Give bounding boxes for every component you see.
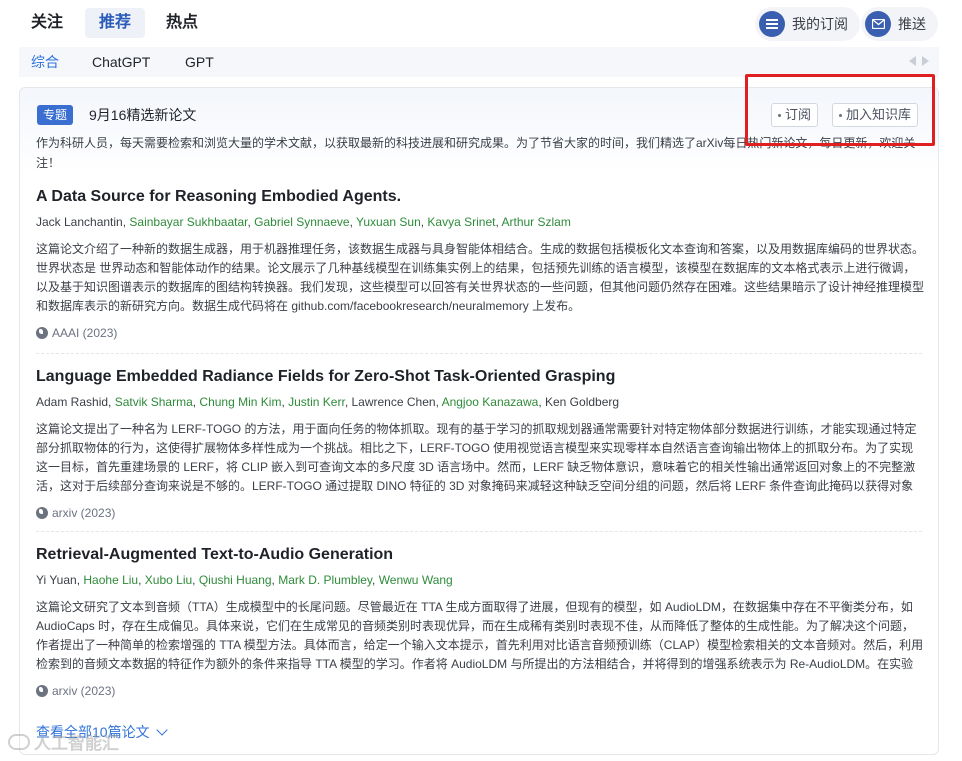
- watermark-logo-icon: [8, 733, 30, 750]
- paper-authors: Jack Lanchantin, Sainbayar Sukhbaatar, G…: [36, 213, 924, 231]
- author-separator: ,: [108, 395, 115, 409]
- author-separator: ,: [372, 573, 379, 587]
- author-name[interactable]: Mark D. Plumbley: [278, 573, 372, 587]
- paper-item: A Data Source for Reasoning Embodied Age…: [36, 186, 924, 342]
- subscribe-button[interactable]: 订阅: [771, 103, 819, 127]
- author-separator: ,: [538, 395, 545, 409]
- author-name[interactable]: Wenwu Wang: [379, 573, 453, 587]
- subtab-overview[interactable]: 综合: [31, 47, 59, 77]
- subtab-gpt[interactable]: GPT: [185, 47, 214, 77]
- tab-follow[interactable]: 关注: [31, 8, 63, 38]
- venue-label: arxiv (2023): [52, 506, 116, 520]
- tab-recommended[interactable]: 推荐: [85, 8, 146, 38]
- my-subscriptions-button[interactable]: 我的订阅: [755, 7, 860, 41]
- card-intro: 作为科研人员，每天需要检索和浏览大量的学术文献，以获取最新的科技进展和研究成果。…: [36, 136, 916, 170]
- scroll-left-icon[interactable]: [909, 56, 916, 66]
- topic-badge: 专题: [37, 105, 74, 125]
- paper-venue: arxiv (2023): [36, 682, 924, 700]
- paper-title[interactable]: Retrieval-Augmented Text-to-Audio Genera…: [36, 544, 924, 566]
- add-to-library-label: 加入知识库: [846, 107, 912, 122]
- chevron-down-icon: [155, 723, 168, 736]
- category-bar: 综合 ChatGPT GPT: [19, 47, 939, 77]
- author-name: Yi Yuan: [36, 573, 77, 587]
- author-separator: ,: [344, 395, 352, 409]
- divider: [36, 531, 922, 532]
- author-name[interactable]: Kavya Srinet: [427, 215, 495, 229]
- paper-item: Retrieval-Augmented Text-to-Audio Genera…: [36, 544, 924, 700]
- author-name[interactable]: Justin Kerr: [288, 395, 345, 409]
- author-name[interactable]: Angjoo Kanazawa: [442, 395, 539, 409]
- top-nav: 关注 推荐 热点 我的订阅 推送: [0, 0, 962, 46]
- bullet-icon: [839, 114, 842, 118]
- author-name[interactable]: Yuxuan Sun: [356, 215, 421, 229]
- watermark: 人工智能汇: [8, 729, 119, 754]
- push-button[interactable]: 推送: [861, 7, 938, 41]
- subtab-chatgpt[interactable]: ChatGPT: [92, 47, 150, 77]
- list-icon: [759, 11, 785, 37]
- scroll-arrows: [909, 56, 929, 66]
- add-to-library-button[interactable]: 加入知识库: [832, 103, 919, 127]
- globe-icon: [36, 327, 48, 339]
- author-name[interactable]: Qiushi Huang: [199, 573, 272, 587]
- paper-summary: 这篇论文介绍了一种新的数据生成器，用于机器推理任务，该数据生成器与具身智能体相结…: [36, 242, 925, 313]
- paper-venue: arxiv (2023): [36, 504, 924, 522]
- tab-trending[interactable]: 热点: [166, 8, 198, 38]
- globe-icon: [36, 685, 48, 697]
- author-name[interactable]: Chung Min Kim: [199, 395, 281, 409]
- divider: [36, 353, 922, 354]
- paper-item: Language Embedded Radiance Fields for Ze…: [36, 366, 924, 522]
- venue-label: arxiv (2023): [52, 684, 116, 698]
- author-name: Adam Rashid: [36, 395, 109, 409]
- bullet-icon: [778, 114, 781, 118]
- author-name: Lawrence Chen: [351, 395, 436, 409]
- author-name[interactable]: Xubo Liu: [145, 573, 192, 587]
- paper-title[interactable]: Language Embedded Radiance Fields for Ze…: [36, 366, 924, 388]
- mail-icon: [865, 11, 891, 37]
- venue-label: AAAI (2023): [52, 326, 118, 340]
- watermark-text: 人工智能汇: [34, 734, 119, 753]
- subscribe-label: 订阅: [785, 107, 812, 122]
- author-name: Ken Goldberg: [545, 395, 620, 409]
- author-name[interactable]: Haohe Liu: [83, 573, 138, 587]
- author-name[interactable]: Arthur Szlam: [501, 215, 570, 229]
- author-separator: ,: [192, 573, 199, 587]
- author-separator: ,: [138, 573, 145, 587]
- paper-venue: AAAI (2023): [36, 324, 924, 342]
- author-name[interactable]: Sainbayar Sukhbaatar: [129, 215, 247, 229]
- author-name: Jack Lanchantin: [36, 215, 123, 229]
- paper-summary: 这篇论文研究了文本到音频（TTA）生成模型中的长尾问题。尽管最近在 TTA 生成…: [36, 600, 924, 671]
- author-name[interactable]: Gabriel Synnaeve: [254, 215, 349, 229]
- my-subscriptions-label: 我的订阅: [792, 16, 848, 32]
- paper-authors: Yi Yuan, Haohe Liu, Xubo Liu, Qiushi Hua…: [36, 571, 924, 589]
- scroll-right-icon[interactable]: [922, 56, 929, 66]
- push-label: 推送: [898, 16, 926, 32]
- globe-icon: [36, 507, 48, 519]
- paper-title[interactable]: A Data Source for Reasoning Embodied Age…: [36, 186, 924, 208]
- author-name[interactable]: Satvik Sharma: [115, 395, 193, 409]
- topic-card: 专题 9月16精选新论文 订阅 加入知识库 作为科研人员，每天需要检索和浏览大量…: [19, 87, 939, 755]
- paper-authors: Adam Rashid, Satvik Sharma, Chung Min Ki…: [36, 393, 924, 411]
- paper-summary: 这篇论文提出了一种名为 LERF-TOGO 的方法，用于面向任务的物体抓取。现有…: [36, 422, 917, 493]
- card-title: 9月16精选新论文: [89, 107, 197, 123]
